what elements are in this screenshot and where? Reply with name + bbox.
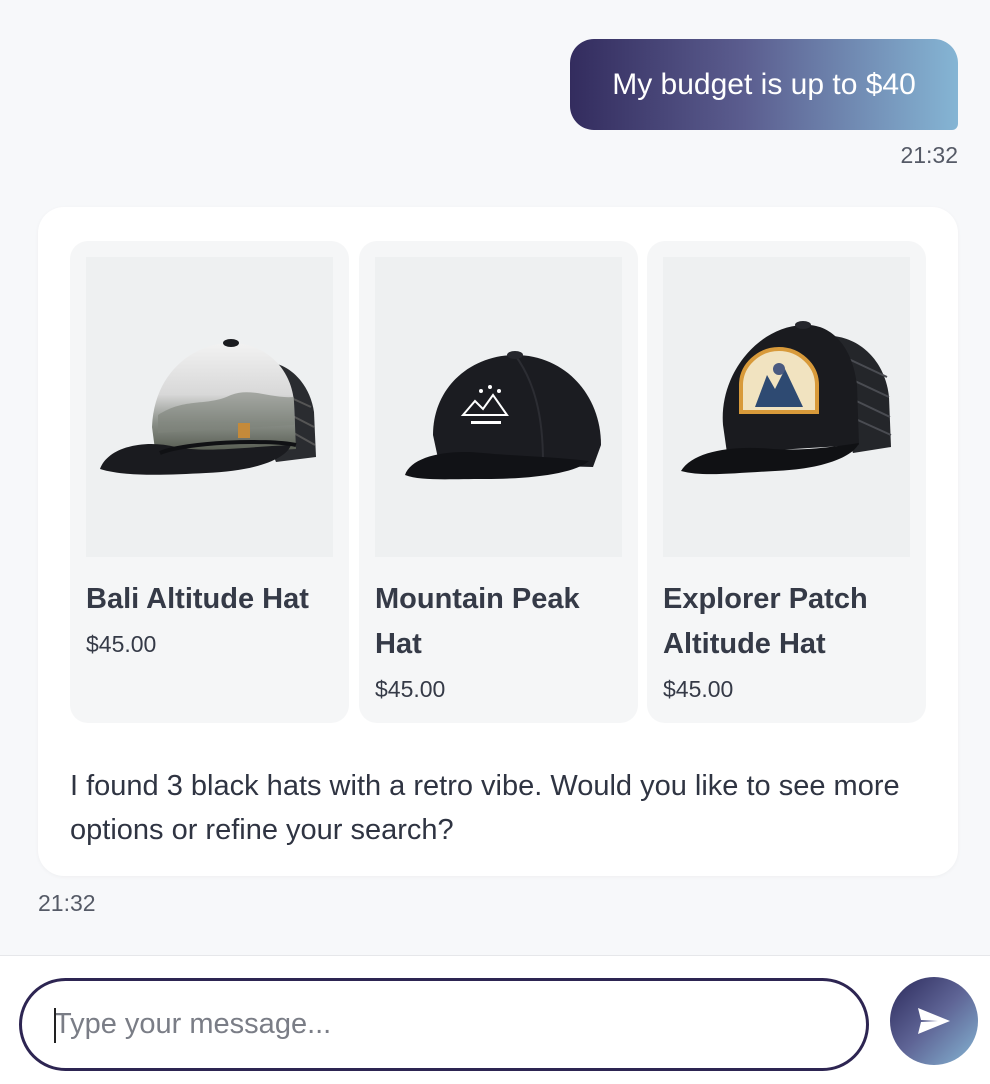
product-name[interactable]: Mountain Peak Hat <box>375 577 625 667</box>
bot-message-time: 21:32 <box>38 890 96 916</box>
send-icon <box>918 1008 950 1034</box>
product-card[interactable]: Explorer Patch Altitude Hat $45.00 <box>647 241 926 723</box>
message-input[interactable] <box>19 978 869 1071</box>
user-message-time: 21:32 <box>900 142 958 168</box>
user-message-text: My budget is up to $40 <box>612 67 916 101</box>
bot-message-text: I found 3 black hats with a retro vibe. … <box>70 770 900 846</box>
bot-message-card: Bali Altitude Hat $45.00 Mountain Peak H… <box>38 207 958 876</box>
product-card[interactable]: Mountain Peak Hat $45.00 <box>359 241 638 723</box>
product-price: $45.00 <box>86 631 157 657</box>
product-name[interactable]: Bali Altitude Hat <box>86 577 336 622</box>
product-image[interactable] <box>86 257 333 557</box>
chat-area: My budget is up to $40 21:32 Bali Altitu… <box>0 0 990 955</box>
product-card[interactable]: Bali Altitude Hat $45.00 <box>70 241 349 723</box>
product-price: $45.00 <box>663 676 734 702</box>
product-image[interactable] <box>663 257 910 557</box>
product-name[interactable]: Explorer Patch Altitude Hat <box>663 577 913 667</box>
product-price: $45.00 <box>375 676 446 702</box>
send-button[interactable] <box>890 977 978 1065</box>
text-caret <box>54 1008 56 1043</box>
message-composer <box>0 955 990 1084</box>
user-message-bubble: My budget is up to $40 <box>570 39 958 130</box>
product-image[interactable] <box>375 257 622 557</box>
